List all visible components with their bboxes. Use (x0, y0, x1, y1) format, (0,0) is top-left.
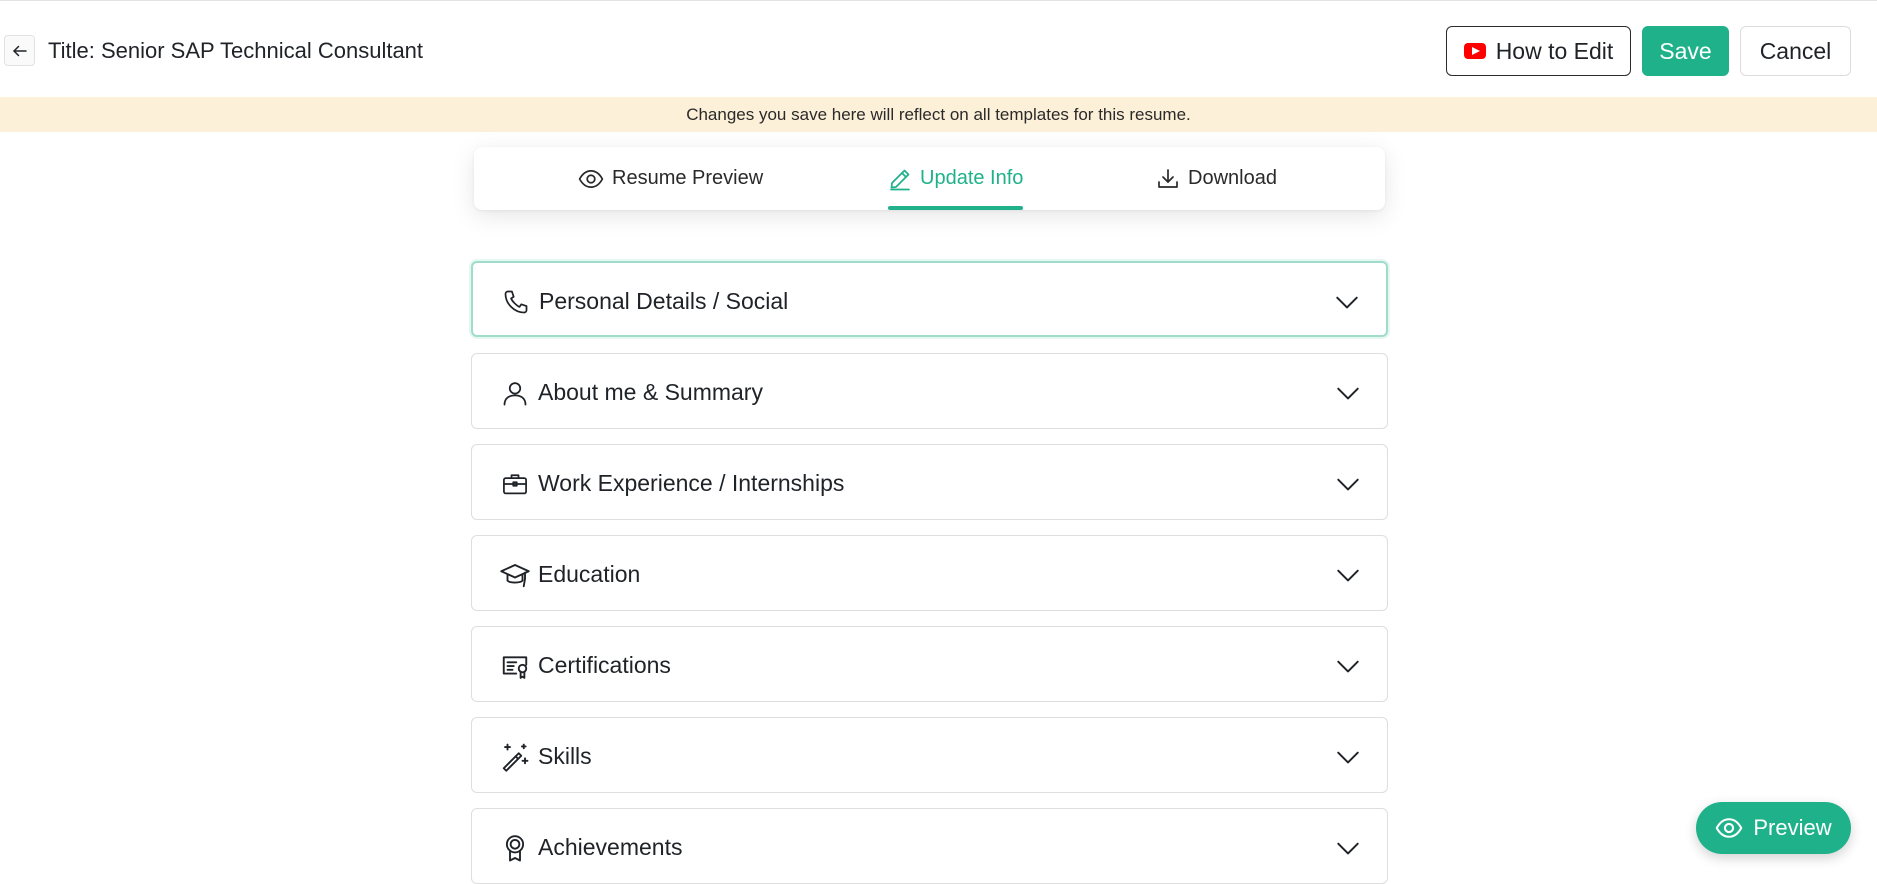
section-achievements[interactable]: Achievements (471, 808, 1388, 884)
chevron-down-icon[interactable] (1335, 471, 1361, 497)
chevron-down-icon[interactable] (1335, 835, 1361, 861)
section-label: Work Experience / Internships (538, 470, 845, 496)
tab-resume-preview[interactable]: Resume Preview (578, 147, 763, 210)
section-label: Education (538, 561, 641, 587)
section-label: Achievements (538, 834, 683, 860)
pencil-icon (888, 167, 912, 191)
chevron-down-icon[interactable] (1335, 562, 1361, 588)
arrow-left-icon (11, 42, 29, 60)
section-education[interactable]: Education (471, 535, 1388, 611)
youtube-icon (1463, 43, 1486, 59)
tab-bar: Resume Preview Update Info Download (474, 147, 1385, 210)
eye-icon (1715, 814, 1743, 842)
floating-preview-button[interactable]: Preview (1696, 802, 1851, 854)
section-about-me[interactable]: About me & Summary (471, 353, 1388, 429)
graduation-cap-icon (500, 560, 530, 590)
page-header: Title: Senior SAP Technical Consultant H… (0, 1, 1877, 97)
section-work-experience[interactable]: Work Experience / Internships (471, 444, 1388, 520)
how-to-edit-label: How to Edit (1495, 37, 1614, 64)
tab-label: Resume Preview (612, 167, 764, 189)
award-icon (500, 833, 530, 863)
notice-banner: Changes you save here will reflect on al… (0, 97, 1877, 132)
section-label: Skills (538, 743, 592, 769)
chevron-down-icon[interactable] (1335, 380, 1361, 406)
section-skills[interactable]: Skills (471, 717, 1388, 793)
page-title: Title: Senior SAP Technical Consultant (48, 38, 424, 63)
chevron-down-icon[interactable] (1334, 289, 1360, 315)
phone-icon (501, 287, 531, 317)
tab-label: Update Info (920, 167, 1024, 189)
section-label: Personal Details / Social (539, 288, 789, 314)
notice-text: Changes you save here will reflect on al… (686, 104, 1191, 124)
section-label: Certifications (538, 652, 671, 678)
briefcase-icon (500, 469, 530, 499)
magic-wand-icon (500, 742, 530, 772)
section-personal-details[interactable]: Personal Details / Social (471, 261, 1388, 337)
section-label: About me & Summary (538, 379, 763, 405)
floating-preview-label: Preview (1753, 815, 1832, 840)
cancel-button[interactable]: Cancel (1740, 26, 1851, 76)
chevron-down-icon[interactable] (1335, 744, 1361, 770)
user-icon (500, 378, 530, 408)
how-to-edit-button[interactable]: How to Edit (1446, 26, 1631, 76)
download-icon (1156, 167, 1180, 191)
tab-download[interactable]: Download (1156, 147, 1277, 210)
section-certifications[interactable]: Certifications (471, 626, 1388, 702)
chevron-down-icon[interactable] (1335, 653, 1361, 679)
certificate-icon (500, 651, 530, 681)
tab-update-info[interactable]: Update Info (888, 147, 1024, 210)
tab-label: Download (1188, 167, 1277, 189)
save-button[interactable]: Save (1642, 26, 1729, 76)
eye-icon (578, 166, 604, 192)
back-button[interactable] (4, 35, 35, 66)
